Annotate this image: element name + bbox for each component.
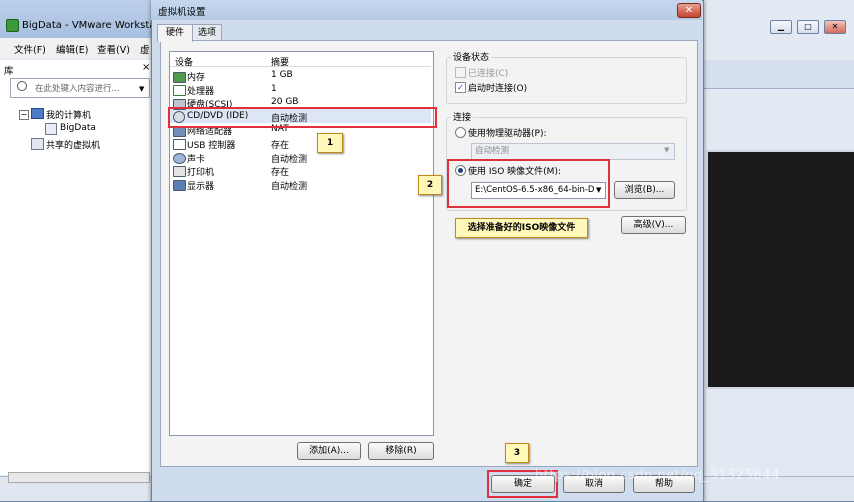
- tab-options[interactable]: 选项: [192, 24, 222, 41]
- vmware-window-title: BigData - VMware Workstatio: [22, 20, 169, 31]
- callout-2: 2: [418, 175, 442, 195]
- connect-on-start-checkbox[interactable]: ✓: [455, 82, 466, 93]
- connection-label: 连接: [451, 110, 474, 123]
- connect-on-start-label: 启动时连接(O): [468, 84, 528, 94]
- device-name-usb-controller[interactable]: USB 控制器: [187, 138, 235, 151]
- maximize-button[interactable]: □: [797, 20, 819, 34]
- device-name-memory[interactable]: 内存: [187, 70, 205, 83]
- iso-note-callout: 选择准备好的ISO映像文件: [455, 218, 588, 238]
- callout-1: 1: [317, 133, 343, 153]
- vm-console-preview: [706, 150, 854, 389]
- browse-button[interactable]: 浏览(B)...: [614, 181, 675, 199]
- library-header: 库: [4, 66, 14, 77]
- device-name-printer[interactable]: 打印机: [187, 165, 214, 178]
- tree-item-my-computer[interactable]: 我的计算机: [46, 108, 91, 121]
- display-icon: [173, 180, 186, 191]
- dialog-titlebar: [151, 0, 702, 20]
- sound-card-icon: [173, 153, 186, 164]
- tree-item-bigdata[interactable]: BigData: [60, 123, 96, 133]
- close-window-button[interactable]: ✕: [824, 20, 846, 34]
- shared-vm-icon: [31, 138, 44, 150]
- physical-drive-label: 使用物理驱动器(P):: [468, 129, 547, 139]
- menu-vm[interactable]: 虚: [140, 42, 150, 56]
- search-dropdown-icon[interactable]: ▼: [139, 85, 144, 93]
- tree-collapse-icon[interactable]: −: [19, 110, 29, 120]
- vmware-app-icon: [6, 19, 19, 32]
- callout-3: 3: [505, 443, 529, 463]
- connected-checkbox[interactable]: [455, 67, 466, 78]
- device-summary-printer: 存在: [271, 168, 290, 178]
- physical-drive-select-value: 自动检测: [475, 146, 510, 156]
- library-search-placeholder: 在此处键入内容进行...: [35, 84, 120, 94]
- dialog-close-button[interactable]: ✕: [677, 3, 701, 18]
- add-device-button[interactable]: 添加(A)...: [297, 442, 361, 460]
- usb-icon: [173, 139, 186, 150]
- physical-drive-dropdown-icon: ▼: [664, 146, 670, 154]
- menu-file[interactable]: 文件(F): [14, 42, 46, 56]
- search-icon: [17, 81, 27, 91]
- cpu-icon: [173, 85, 186, 96]
- device-name-cpu[interactable]: 处理器: [187, 84, 214, 97]
- device-summary-sound-card: 自动检测: [271, 155, 308, 165]
- device-status-label: 设备状态: [451, 50, 492, 63]
- physical-drive-select[interactable]: 自动检测: [471, 143, 675, 160]
- remove-device-button[interactable]: 移除(R): [368, 442, 434, 460]
- connected-label: 已连接(C): [468, 69, 509, 79]
- computer-icon: [31, 108, 44, 119]
- device-summary-memory: 1 GB: [271, 70, 293, 80]
- dialog-title-spacer: [155, 4, 156, 5]
- vm-tab-strip: [702, 60, 854, 89]
- tree-item-shared-vms[interactable]: 共享的虚拟机: [46, 138, 100, 151]
- highlight-iso-option: [447, 159, 610, 208]
- vm-icon: [45, 123, 57, 135]
- printer-icon: [173, 166, 186, 177]
- library-close-icon[interactable]: ×: [142, 62, 150, 73]
- menu-edit[interactable]: 编辑(E): [56, 42, 88, 56]
- device-name-sound-card[interactable]: 声卡: [187, 152, 205, 165]
- device-name-display[interactable]: 显示器: [187, 179, 214, 192]
- highlight-cd-dvd-row: [168, 107, 437, 128]
- menu-view[interactable]: 查看(V): [97, 42, 130, 56]
- advanced-button[interactable]: 高级(V)...: [621, 216, 686, 234]
- watermark-text: https://blog.csdn.net/qq_31325644: [535, 468, 780, 483]
- add-device-label: 添加(A)...: [309, 446, 349, 456]
- device-summary-harddisk: 20 GB: [271, 97, 299, 107]
- memory-icon: [173, 72, 186, 83]
- library-scrollbar[interactable]: [8, 472, 150, 483]
- device-summary-usb-controller: 存在: [271, 141, 290, 151]
- dialog-title: 虚拟机设置: [158, 7, 206, 18]
- device-summary-cpu: 1: [271, 84, 277, 94]
- minimize-button[interactable]: ▁: [770, 20, 792, 34]
- device-summary-display: 自动检测: [271, 182, 308, 192]
- physical-drive-radio[interactable]: [455, 127, 466, 138]
- header-divider: [170, 66, 431, 67]
- tab-hardware[interactable]: 硬件: [157, 24, 193, 42]
